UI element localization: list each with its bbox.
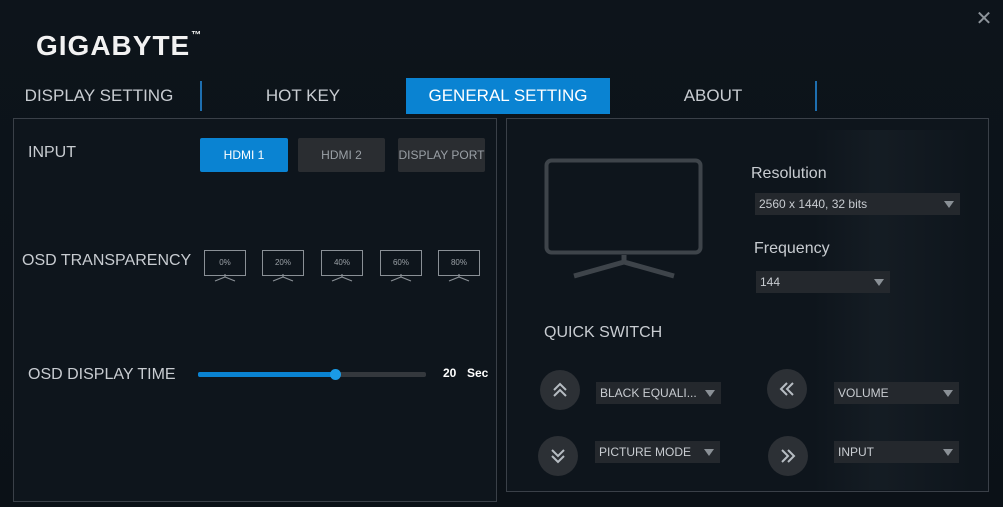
frequency-value: 144 [760,275,781,289]
dropdown-arrow-icon [944,201,954,208]
tab-hot-key[interactable]: HOT KEY [205,78,401,114]
tab-separator [815,81,817,111]
double-chevron-right-icon [781,449,796,463]
input-hdmi2-button[interactable]: HDMI 2 [298,138,385,172]
monitor-stand-icon [272,274,294,282]
resolution-dropdown[interactable]: 2560 x 1440, 32 bits [755,193,960,215]
dropdown-arrow-icon [874,279,884,286]
osd-display-time-slider[interactable] [198,369,426,380]
gigabyte-logo: GIGABYTE™ [36,30,202,62]
monitor-stand-icon [448,274,470,282]
close-icon[interactable]: ✕ [975,9,993,29]
logo-text: GIGABYTE [36,30,191,61]
transparency-60-option[interactable]: 60% [380,250,422,284]
quick-switch-left-button[interactable] [767,369,807,409]
osd-display-time-value: 20 [443,366,457,380]
frequency-label: Frequency [754,240,830,257]
app-window: GIGABYTE™ ✕ DISPLAY SETTING HOT KEY GENE… [0,0,1003,507]
transparency-value: 80% [438,250,480,276]
double-chevron-up-icon [553,382,567,397]
quick-switch-down-value: PICTURE MODE [599,445,692,459]
quick-switch-down-dropdown[interactable]: PICTURE MODE [595,441,720,463]
double-chevron-left-icon [779,382,794,396]
osd-display-time-unit: Sec [467,366,489,380]
monitor-icon [544,158,703,279]
quick-switch-right-button[interactable] [768,436,808,476]
monitor-stand-icon [214,274,236,282]
resolution-value: 2560 x 1440, 32 bits [759,197,868,211]
dropdown-arrow-icon [705,390,715,397]
transparency-40-option[interactable]: 40% [321,250,363,284]
tab-separator [200,81,202,111]
tab-bar: DISPLAY SETTING HOT KEY GENERAL SETTING … [0,78,1003,114]
tab-about[interactable]: ABOUT [612,78,814,114]
transparency-value: 20% [262,250,304,276]
quick-switch-right-dropdown[interactable]: INPUT [834,441,959,463]
osd-transparency-label: OSD TRANSPARENCY [22,252,192,269]
tab-display-setting[interactable]: DISPLAY SETTING [13,78,185,114]
transparency-value: 60% [380,250,422,276]
osd-display-time-label: OSD DISPLAY TIME [28,366,176,383]
resolution-label: Resolution [751,165,827,182]
transparency-20-option[interactable]: 20% [262,250,304,284]
quick-switch-right-value: INPUT [838,445,874,459]
quick-switch-left-dropdown[interactable]: VOLUME [834,382,959,404]
transparency-value: 40% [321,250,363,276]
trademark-mark: ™ [191,30,203,41]
quick-switch-left-value: VOLUME [838,386,889,400]
input-label: INPUT [28,144,76,161]
transparency-80-option[interactable]: 80% [438,250,480,284]
dropdown-arrow-icon [943,390,953,397]
tab-general-setting[interactable]: GENERAL SETTING [406,78,610,114]
transparency-0-option[interactable]: 0% [204,250,246,284]
double-chevron-down-icon [551,449,565,464]
input-hdmi1-button[interactable]: HDMI 1 [200,138,288,172]
monitor-stand-icon [331,274,353,282]
slider-thumb[interactable] [329,369,341,380]
quick-switch-up-value: BLACK EQUALI... [600,386,697,400]
input-displayport-button[interactable]: DISPLAY PORT [398,138,485,172]
general-settings-panel [13,118,497,502]
quick-switch-down-button[interactable] [538,436,578,476]
dropdown-arrow-icon [943,449,953,456]
quick-switch-up-dropdown[interactable]: BLACK EQUALI... [596,382,721,404]
monitor-stand-icon [390,274,412,282]
quick-switch-label: QUICK SWITCH [544,324,663,341]
dropdown-arrow-icon [704,449,714,456]
quick-switch-up-button[interactable] [540,370,580,410]
transparency-value: 0% [204,250,246,276]
frequency-dropdown[interactable]: 144 [756,271,890,293]
slider-fill [198,372,335,377]
